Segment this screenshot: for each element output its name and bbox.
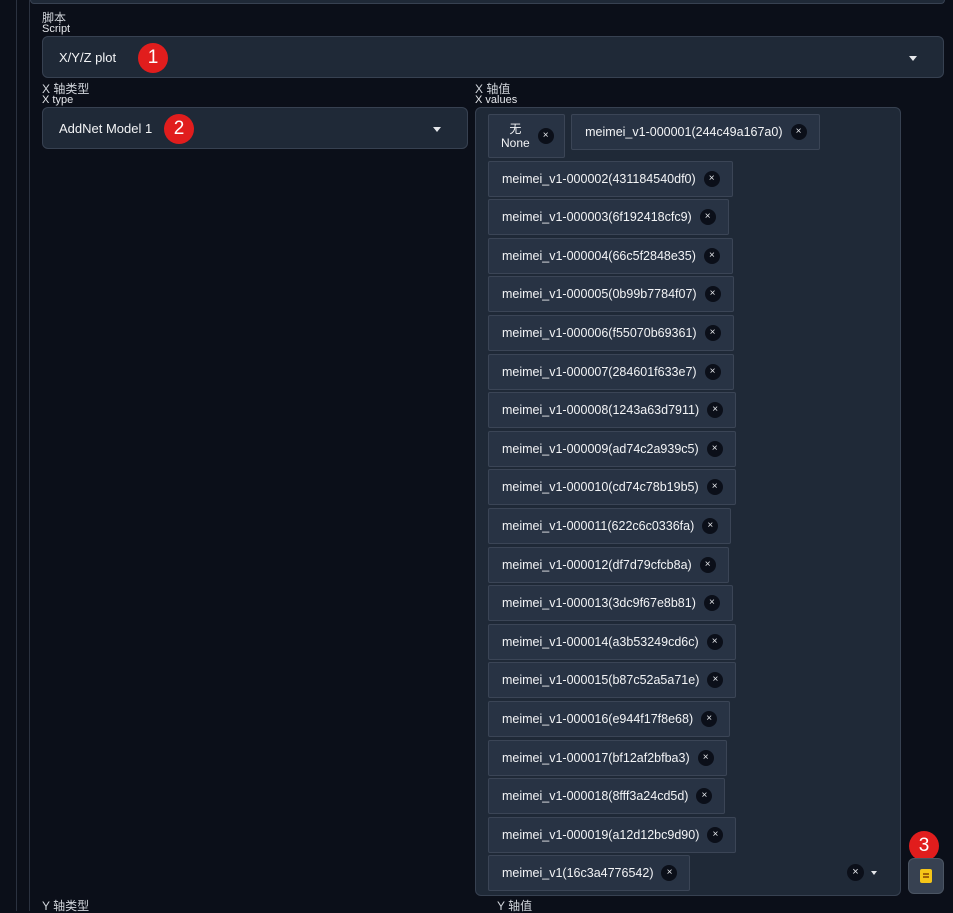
annotation-badge-1: 1: [138, 43, 168, 73]
x-value-chip[interactable]: meimei_v1-000009(ad74c2a939c5) ×: [488, 430, 736, 467]
x-value-chip-label: meimei_v1-000008(1243a63d7911): [502, 403, 700, 418]
close-icon[interactable]: ×: [699, 209, 716, 226]
x-value-chip-label: meimei_v1-000010(cd74c78b19b5): [502, 480, 699, 495]
clear-all-icon[interactable]: ×: [847, 864, 864, 881]
x-value-chip[interactable]: meimei_v1-000008(1243a63d7911) ×: [488, 392, 737, 429]
script-selected-value: X/Y/Z plot: [59, 49, 117, 65]
chip-none-en: None: [501, 136, 530, 150]
close-icon[interactable]: ×: [706, 633, 723, 650]
x-value-chip[interactable]: meimei_v1-000001(244c49a167a0) ×: [571, 114, 820, 150]
x-values-label: X 轴值 X values: [475, 83, 517, 106]
annotation-badge-2: 2: [164, 114, 194, 144]
close-icon[interactable]: ×: [704, 363, 721, 380]
x-value-chip-label: meimei_v1-000005(0b99b7784f07): [502, 287, 697, 302]
x-value-chip[interactable]: meimei_v1-000012(df7d79cfcb8a) ×: [488, 546, 729, 583]
x-values-chip-list: 无 None × meimei_v1-000001(244c49a167a0) ×…: [488, 114, 830, 894]
x-value-chip-label: meimei_v1-000017(bf12af2bfba3): [502, 750, 690, 765]
left-frame-border: [16, 0, 17, 911]
x-value-chip-label: meimei_v1-000004(66c5f2848e35): [502, 248, 696, 263]
x-value-chip[interactable]: meimei_v1(16c3a4776542) ×: [488, 855, 691, 892]
x-value-chip-label: meimei_v1-000011(622c6c0336fa): [502, 518, 695, 533]
x-value-chip[interactable]: meimei_v1-000002(431184540df0) ×: [488, 160, 733, 197]
chevron-down-icon: [909, 56, 917, 61]
annotation-badge-3: 3: [909, 831, 939, 861]
x-value-chip-label: meimei_v1-000014(a3b53249cd6c): [502, 634, 699, 649]
y-type-label: Y 轴类型: [42, 899, 90, 913]
left-frame-border-inner: [29, 0, 30, 911]
x-value-chip[interactable]: meimei_v1-000016(e944f17f8e68) ×: [488, 700, 731, 737]
close-icon[interactable]: ×: [706, 440, 723, 457]
chip-none-label: 无 None: [501, 122, 530, 150]
x-value-chip-label: meimei_v1(16c3a4776542): [502, 866, 654, 881]
x-value-chip[interactable]: meimei_v1-000011(622c6c0336fa) ×: [488, 507, 732, 544]
x-value-chip-label: meimei_v1-000013(3dc9f67e8b81): [502, 596, 696, 611]
x-value-chip[interactable]: meimei_v1-000004(66c5f2848e35) ×: [488, 237, 733, 274]
close-icon[interactable]: ×: [707, 402, 724, 419]
notepad-button[interactable]: [908, 858, 944, 894]
x-value-chip[interactable]: meimei_v1-000013(3dc9f67e8b81) ×: [488, 585, 733, 622]
close-icon[interactable]: ×: [661, 865, 678, 882]
x-value-chip-label: meimei_v1-000015(b87c52a5a71e): [502, 673, 700, 688]
x-value-chip-label: meimei_v1-000003(6f192418cfc9): [502, 210, 692, 225]
x-value-chip-label: meimei_v1-000009(ad74c2a939c5): [502, 441, 699, 456]
x-value-chip-label: meimei_v1-000002(431184540df0): [502, 171, 696, 186]
x-value-chip[interactable]: meimei_v1-000018(8fff3a24cd5d) ×: [488, 778, 726, 815]
chevron-down-icon[interactable]: [871, 871, 877, 875]
x-value-chip[interactable]: meimei_v1-000005(0b99b7784f07) ×: [488, 276, 734, 313]
close-icon[interactable]: ×: [696, 788, 713, 805]
x-value-chip[interactable]: meimei_v1-000006(f55070b69361) ×: [488, 314, 734, 351]
script-label: 脚本 Script: [42, 12, 70, 35]
close-icon[interactable]: ×: [704, 286, 721, 303]
close-icon[interactable]: ×: [697, 749, 714, 766]
x-value-chip[interactable]: meimei_v1-000015(b87c52a5a71e) ×: [488, 662, 737, 699]
x-type-label: X 轴类型 X type: [42, 83, 89, 106]
x-value-chip-label: meimei_v1-000006(f55070b69361): [502, 325, 697, 340]
close-icon[interactable]: ×: [537, 128, 554, 144]
notepad-icon: [920, 869, 932, 883]
close-icon[interactable]: ×: [702, 517, 719, 534]
close-icon[interactable]: ×: [701, 710, 718, 727]
x-value-chip[interactable]: meimei_v1-000017(bf12af2bfba3) ×: [488, 739, 727, 776]
x-values-label-en: X values: [475, 94, 518, 106]
x-type-selected-value: AddNet Model 1: [59, 120, 153, 136]
close-icon[interactable]: ×: [790, 124, 807, 140]
close-icon[interactable]: ×: [703, 247, 720, 264]
chip-none[interactable]: 无 None ×: [488, 114, 565, 158]
script-dropdown[interactable]: X/Y/Z plot: [42, 36, 944, 78]
close-icon[interactable]: ×: [707, 826, 724, 843]
x-value-chip[interactable]: meimei_v1-000014(a3b53249cd6c) ×: [488, 623, 736, 660]
x-value-chip-label: meimei_v1-000016(e944f17f8e68): [502, 711, 694, 726]
close-icon[interactable]: ×: [704, 324, 721, 341]
x-value-chip-label: meimei_v1-000012(df7d79cfcb8a): [502, 557, 692, 572]
chip-none-cn: 无: [509, 122, 522, 136]
script-label-en: Script: [42, 23, 71, 35]
close-icon[interactable]: ×: [703, 595, 720, 612]
close-icon[interactable]: ×: [703, 170, 720, 187]
close-icon[interactable]: ×: [707, 672, 724, 689]
x-value-chip-label: meimei_v1-000001(244c49a167a0): [585, 125, 783, 139]
x-value-chip[interactable]: meimei_v1-000019(a12d12bc9d90) ×: [488, 816, 737, 853]
x-value-chip[interactable]: meimei_v1-000010(cd74c78b19b5) ×: [488, 469, 736, 506]
x-value-chip-label: meimei_v1-000019(a12d12bc9d90): [502, 827, 700, 842]
close-icon[interactable]: ×: [706, 479, 723, 496]
previous-panel-bottom: [30, 0, 945, 4]
x-value-chip-label: meimei_v1-000007(284601f633e7): [502, 364, 697, 379]
x-type-dropdown[interactable]: AddNet Model 1: [42, 107, 468, 149]
x-value-chip[interactable]: meimei_v1-000007(284601f633e7) ×: [488, 353, 734, 390]
close-icon[interactable]: ×: [699, 556, 716, 573]
x-value-chip-label: meimei_v1-000018(8fff3a24cd5d): [502, 789, 689, 804]
y-values-label: Y 轴值: [497, 899, 533, 913]
x-type-label-en: X type: [42, 94, 74, 106]
chevron-down-icon: [433, 127, 441, 132]
x-values-multiselect[interactable]: 无 None × meimei_v1-000001(244c49a167a0) ×…: [475, 107, 901, 896]
x-value-chip[interactable]: meimei_v1-000003(6f192418cfc9) ×: [488, 199, 729, 236]
